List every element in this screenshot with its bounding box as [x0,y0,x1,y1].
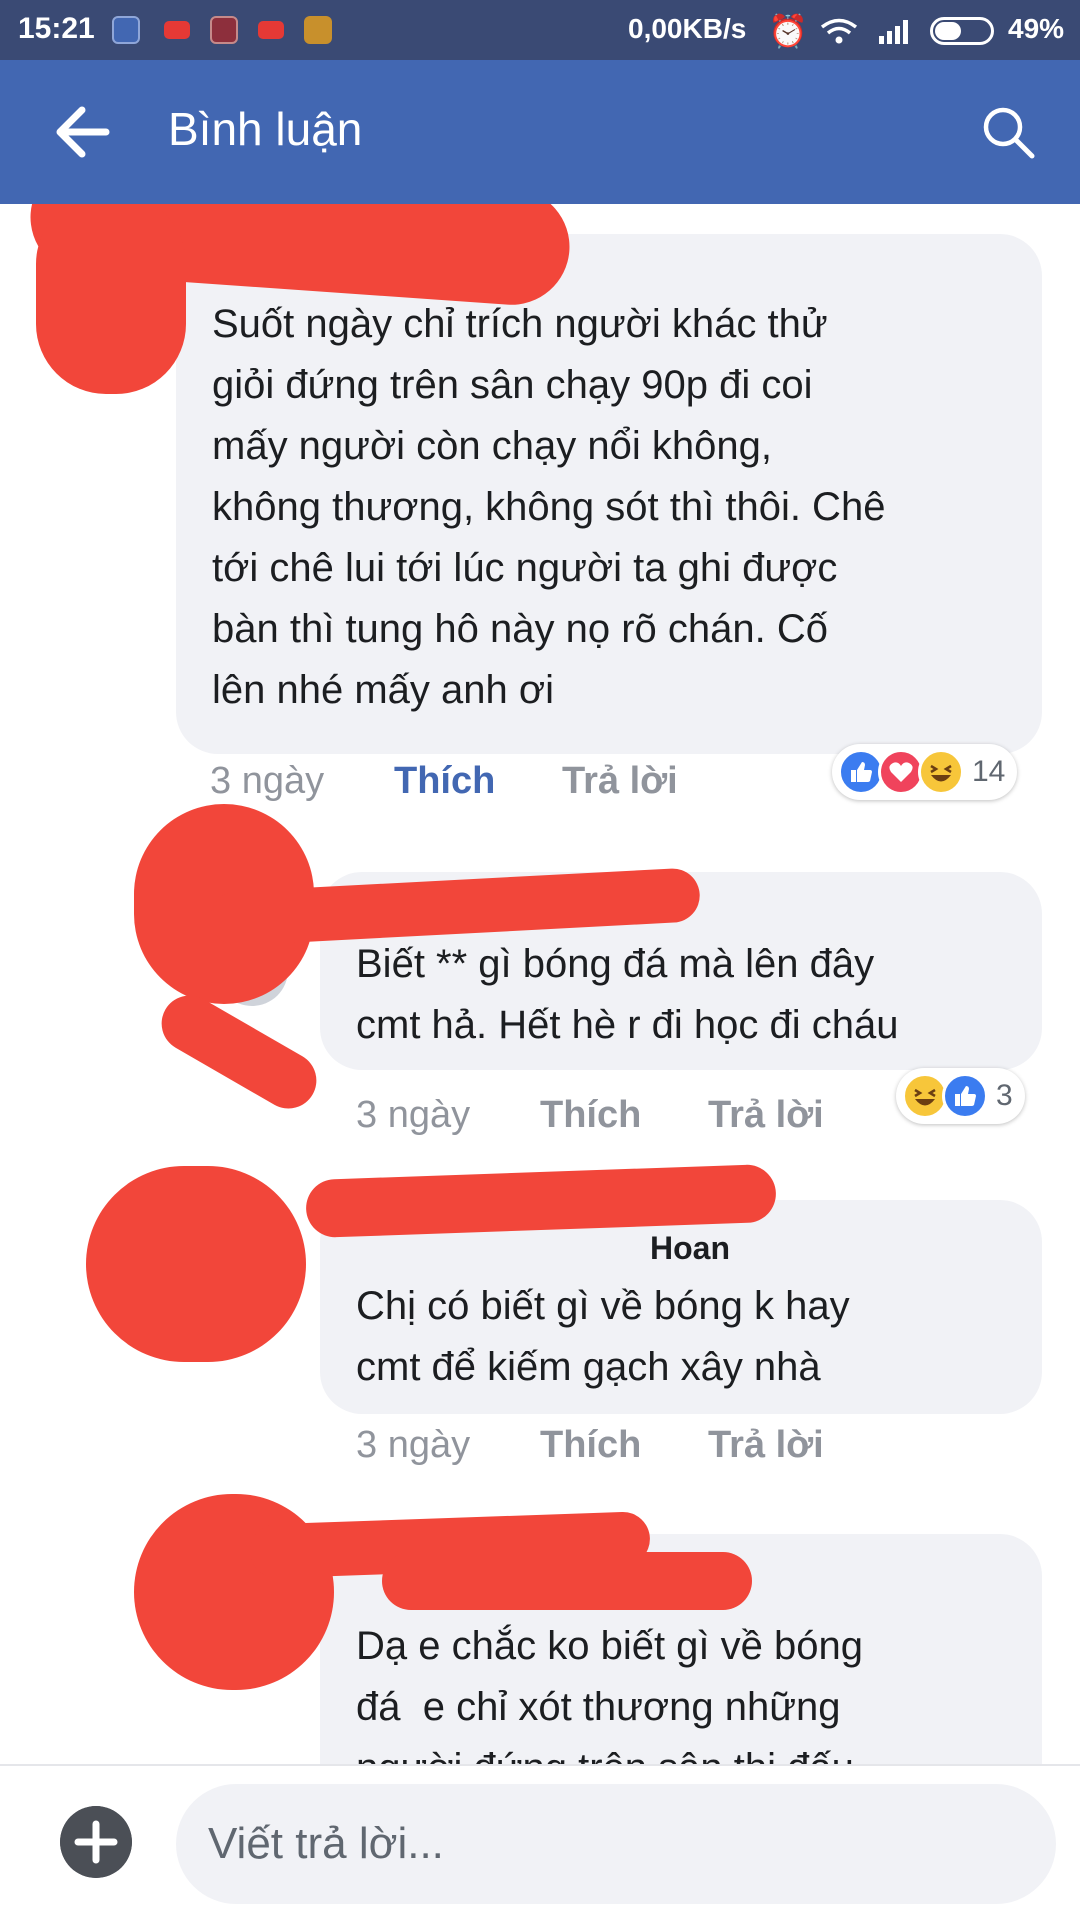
reply-button[interactable]: Trả lời [708,1424,824,1467]
facebook-icon [112,16,140,44]
alarm-icon: ⏰ [768,13,808,49]
plus-icon[interactable] [60,1806,132,1878]
app-bar: Bình luận [0,60,1080,204]
search-icon[interactable] [980,104,1036,160]
like-button[interactable]: Thích [394,760,495,803]
youtube-icon [164,21,190,39]
like-button[interactable]: Thích [540,1094,641,1137]
comment-bubble[interactable]: Suốt ngày chỉ trích người khác thử giỏi … [176,234,1042,754]
reaction-summary[interactable]: 14 [832,744,1018,800]
comment-list[interactable]: Suốt ngày chỉ trích người khác thử giỏi … [0,204,1080,1764]
redaction-mark [151,985,327,1119]
reaction-count: 14 [972,755,1006,788]
status-bar: 15:21 0,00KB/s ⏰ 49% [0,0,1080,60]
reaction-summary[interactable]: 3 [896,1068,1025,1124]
comment-time: 3 ngày [356,1094,471,1136]
status-time: 15:21 [18,12,95,45]
arrow-left-icon[interactable] [52,104,112,160]
uc-icon [304,16,332,44]
redaction-mark [86,1166,306,1362]
redaction-mark [36,204,186,394]
youtube-icon [258,21,284,39]
comment-text: Biết ** gì bóng đá mà lên đây cmt hả. Hế… [356,942,899,1047]
comment-author[interactable]: Hoan [650,1230,730,1267]
reply-button[interactable]: Trả lời [562,760,678,803]
redaction-mark [382,1552,752,1610]
battery-icon [930,17,994,45]
like-button[interactable]: Thích [540,1424,641,1467]
haha-reaction-icon [918,749,964,795]
reaction-count: 3 [996,1079,1013,1112]
comment-time: 3 ngày [210,760,325,802]
like-reaction-icon [942,1073,988,1119]
comment-time: 3 ngày [356,1424,471,1466]
reply-input[interactable] [176,1784,1056,1904]
wifi-icon [820,18,858,44]
reply-button[interactable]: Trả lời [708,1094,824,1137]
network-speed: 0,00KB/s [628,13,747,44]
signal-icon [879,20,908,44]
comment-text: Suốt ngày chỉ trích người khác thử giỏi … [212,302,886,712]
comment-text: Dạ e chắc ko biết gì về bóng đá e chỉ xó… [356,1624,863,1764]
battery-percent: 49% [1008,13,1065,44]
reply-bar [0,1764,1080,1920]
comment-text: Chị có biết gì về bóng k hay cmt để kiếm… [356,1284,850,1389]
mi-icon [210,16,238,44]
page-title: Bình luận [168,103,363,155]
